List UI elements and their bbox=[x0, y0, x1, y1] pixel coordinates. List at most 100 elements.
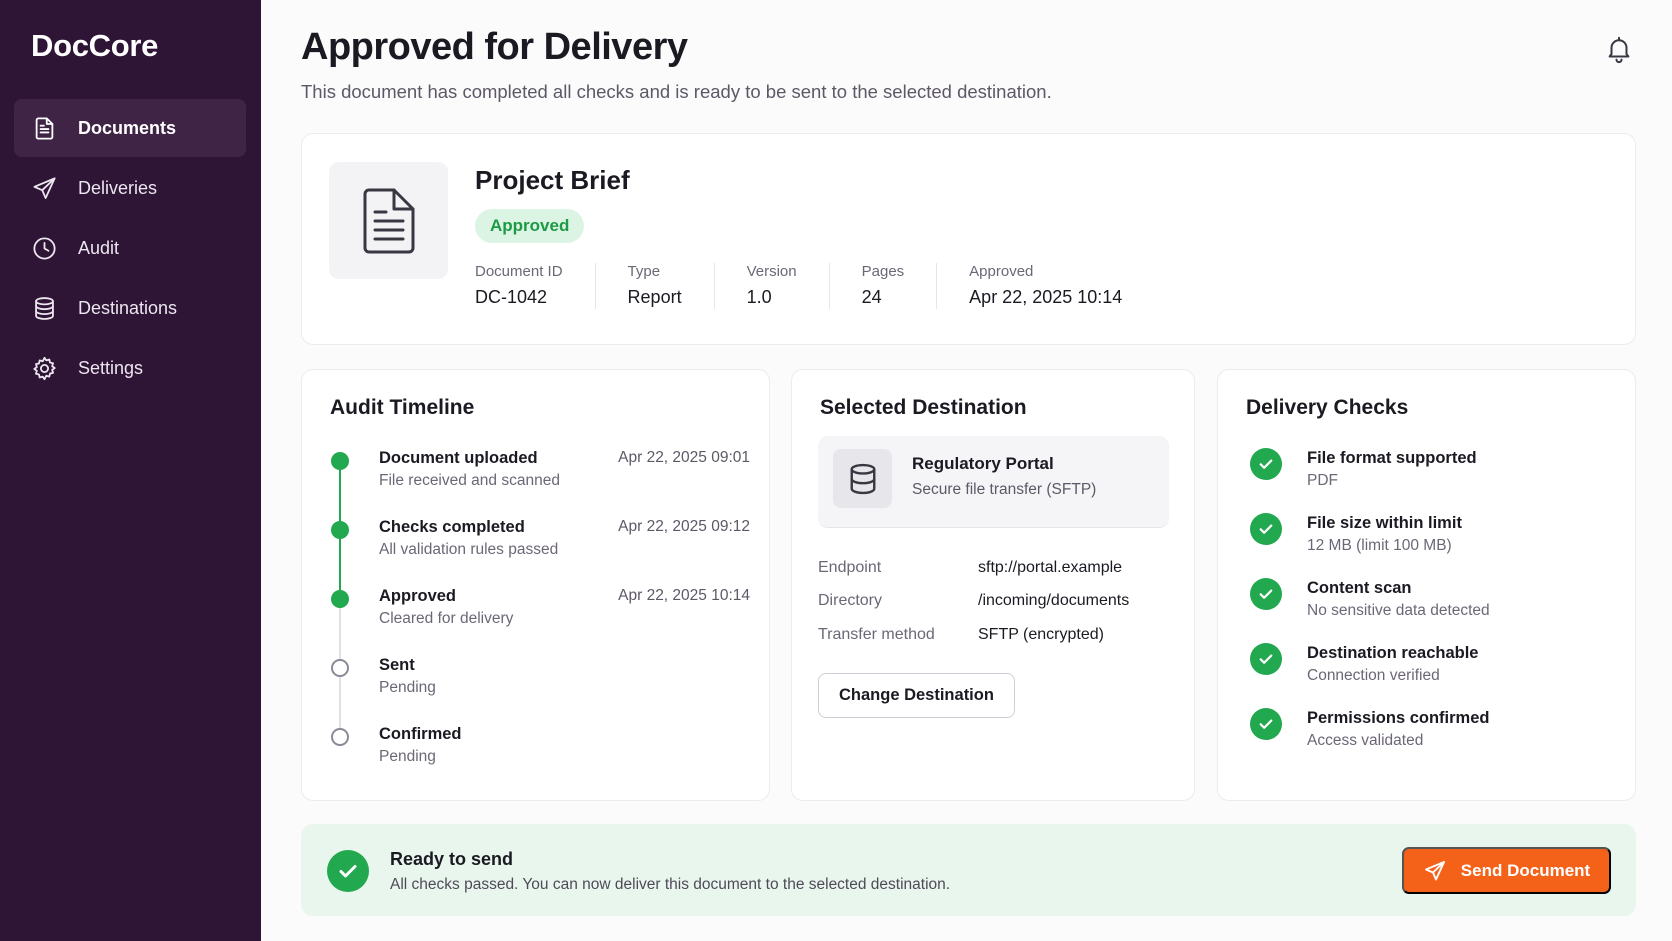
check-desc: Access validated bbox=[1307, 732, 1424, 749]
meta-label: Pages bbox=[861, 263, 905, 280]
event-desc: Pending bbox=[379, 748, 436, 765]
send-document-label: Send Document bbox=[1460, 860, 1591, 880]
meta-value: Apr 22, 2025 10:14 bbox=[969, 287, 1123, 307]
delivery-checks-card: Delivery Checks File format supported PD… bbox=[1217, 369, 1636, 801]
check-item: File format supported PDF bbox=[1250, 448, 1620, 513]
check-desc: 12 MB (limit 100 MB) bbox=[1307, 537, 1452, 554]
event-desc: Cleared for delivery bbox=[379, 610, 514, 627]
detail-value: SFTP (encrypted) bbox=[978, 626, 1104, 643]
timeline-dot-done bbox=[331, 590, 349, 608]
sidebar-item-destinations[interactable]: Destinations bbox=[14, 279, 246, 337]
timeline-event: Checks completed All validation rules pa… bbox=[330, 518, 750, 587]
timeline-dot-pending bbox=[331, 728, 349, 746]
document-thumbnail bbox=[329, 162, 448, 279]
check-desc: No sensitive data detected bbox=[1307, 602, 1490, 619]
gear-icon bbox=[33, 356, 56, 380]
event-title: Approved bbox=[379, 587, 457, 605]
timeline-event: Approved Cleared for delivery Apr 22, 20… bbox=[330, 587, 750, 656]
main-content: Approved for Delivery This document has … bbox=[261, 0, 1672, 941]
detail-value: /incoming/documents bbox=[978, 592, 1130, 609]
check-desc: Connection verified bbox=[1307, 667, 1440, 684]
destination-name: Regulatory Portal bbox=[912, 454, 1054, 473]
check-item: Destination reachable Connection verifie… bbox=[1250, 643, 1620, 708]
ready-to-send-banner: Ready to send All checks passed. You can… bbox=[301, 824, 1636, 916]
meta-label: Approved bbox=[969, 263, 1034, 280]
brand-logo: DocCore bbox=[31, 28, 159, 63]
sidebar-item-settings[interactable]: Settings bbox=[14, 339, 246, 397]
meta-label: Document ID bbox=[475, 263, 563, 280]
sidebar-nav: Documents Deliveries Audit Destinations … bbox=[14, 99, 246, 399]
detail-label: Transfer method bbox=[818, 626, 935, 643]
database-icon bbox=[35, 296, 54, 320]
event-time: Apr 22, 2025 09:12 bbox=[618, 518, 750, 535]
event-title: Sent bbox=[379, 656, 415, 674]
sidebar-item-label: Deliveries bbox=[78, 177, 158, 198]
timeline-dot-done bbox=[331, 452, 349, 470]
check-item: File size within limit 12 MB (limit 100 … bbox=[1250, 513, 1620, 578]
meta-label: Type bbox=[627, 263, 661, 280]
event-title: Confirmed bbox=[379, 725, 462, 743]
sidebar-item-label: Settings bbox=[78, 357, 144, 378]
event-title: Checks completed bbox=[379, 518, 525, 536]
destination-summary: Regulatory Portal Secure file transfer (… bbox=[818, 436, 1169, 528]
audit-timeline: Document uploaded File received and scan… bbox=[330, 449, 750, 794]
bell-icon[interactable] bbox=[1604, 34, 1634, 64]
clock-icon bbox=[33, 236, 56, 260]
meta-type: Type Report bbox=[628, 263, 715, 309]
destination-protocol: Secure file transfer (SFTP) bbox=[912, 481, 1097, 498]
check-circle-icon bbox=[1250, 578, 1282, 610]
sidebar-item-documents[interactable]: Documents bbox=[14, 99, 246, 157]
meta-label: Version bbox=[746, 263, 797, 280]
status-badge: Approved bbox=[475, 209, 585, 243]
detail-value: sftp://portal.example bbox=[978, 559, 1123, 576]
ready-desc: All checks passed. You can now deliver t… bbox=[390, 876, 951, 893]
check-circle-icon bbox=[327, 850, 369, 892]
send-document-button[interactable]: Send Document bbox=[1402, 847, 1611, 894]
event-title: Document uploaded bbox=[379, 449, 538, 467]
sidebar-item-audit[interactable]: Audit bbox=[14, 219, 246, 277]
sidebar: DocCore Documents Deliveries Audit Desti… bbox=[0, 0, 261, 941]
meta-value: Report bbox=[627, 287, 682, 307]
audit-heading: Audit Timeline bbox=[330, 396, 475, 419]
sidebar-item-deliveries[interactable]: Deliveries bbox=[14, 159, 246, 217]
check-circle-icon bbox=[1250, 448, 1282, 480]
check-circle-icon bbox=[1250, 708, 1282, 740]
change-destination-button[interactable]: Change Destination bbox=[818, 673, 1015, 718]
checks-list: File format supported PDF File size with… bbox=[1250, 448, 1620, 773]
detail-label: Endpoint bbox=[818, 559, 882, 576]
detail-label: Directory bbox=[818, 592, 883, 609]
sidebar-item-label: Audit bbox=[78, 237, 120, 258]
check-title: Content scan bbox=[1307, 579, 1412, 597]
meta-value: 1.0 bbox=[746, 287, 772, 307]
check-title: Destination reachable bbox=[1307, 644, 1479, 662]
document-title: Project Brief bbox=[475, 165, 630, 195]
check-desc: PDF bbox=[1307, 472, 1338, 489]
check-circle-icon bbox=[1250, 643, 1282, 675]
database-icon bbox=[833, 449, 892, 508]
ready-title: Ready to send bbox=[390, 849, 514, 869]
meta-pages: Pages 24 bbox=[862, 263, 938, 309]
meta-version: Version 1.0 bbox=[747, 263, 830, 309]
send-icon bbox=[1424, 860, 1445, 880]
check-title: File format supported bbox=[1307, 449, 1477, 467]
document-file-icon bbox=[363, 188, 414, 253]
timeline-event: Confirmed Pending bbox=[330, 725, 750, 794]
document-meta: Document ID DC-1042 Type Report Version … bbox=[475, 263, 1186, 309]
meta-value: DC-1042 bbox=[475, 287, 548, 307]
event-time: Apr 22, 2025 09:01 bbox=[618, 449, 750, 466]
event-time: Apr 22, 2025 10:14 bbox=[618, 587, 750, 604]
checks-heading: Delivery Checks bbox=[1246, 396, 1409, 419]
check-title: Permissions confirmed bbox=[1307, 709, 1490, 727]
check-circle-icon bbox=[1250, 513, 1282, 545]
event-desc: File received and scanned bbox=[379, 472, 560, 489]
timeline-dot-pending bbox=[331, 659, 349, 677]
check-title: File size within limit bbox=[1307, 514, 1462, 532]
selected-destination-card: Selected Destination Regulatory Portal S… bbox=[791, 369, 1195, 801]
sidebar-item-label: Destinations bbox=[78, 297, 178, 318]
event-desc: All validation rules passed bbox=[379, 541, 559, 558]
document-icon bbox=[35, 116, 54, 140]
page-title: Approved for Delivery bbox=[301, 26, 688, 68]
audit-timeline-card: Audit Timeline Document uploaded File re… bbox=[301, 369, 770, 801]
destination-heading: Selected Destination bbox=[820, 396, 1027, 419]
check-item: Content scan No sensitive data detected bbox=[1250, 578, 1620, 643]
